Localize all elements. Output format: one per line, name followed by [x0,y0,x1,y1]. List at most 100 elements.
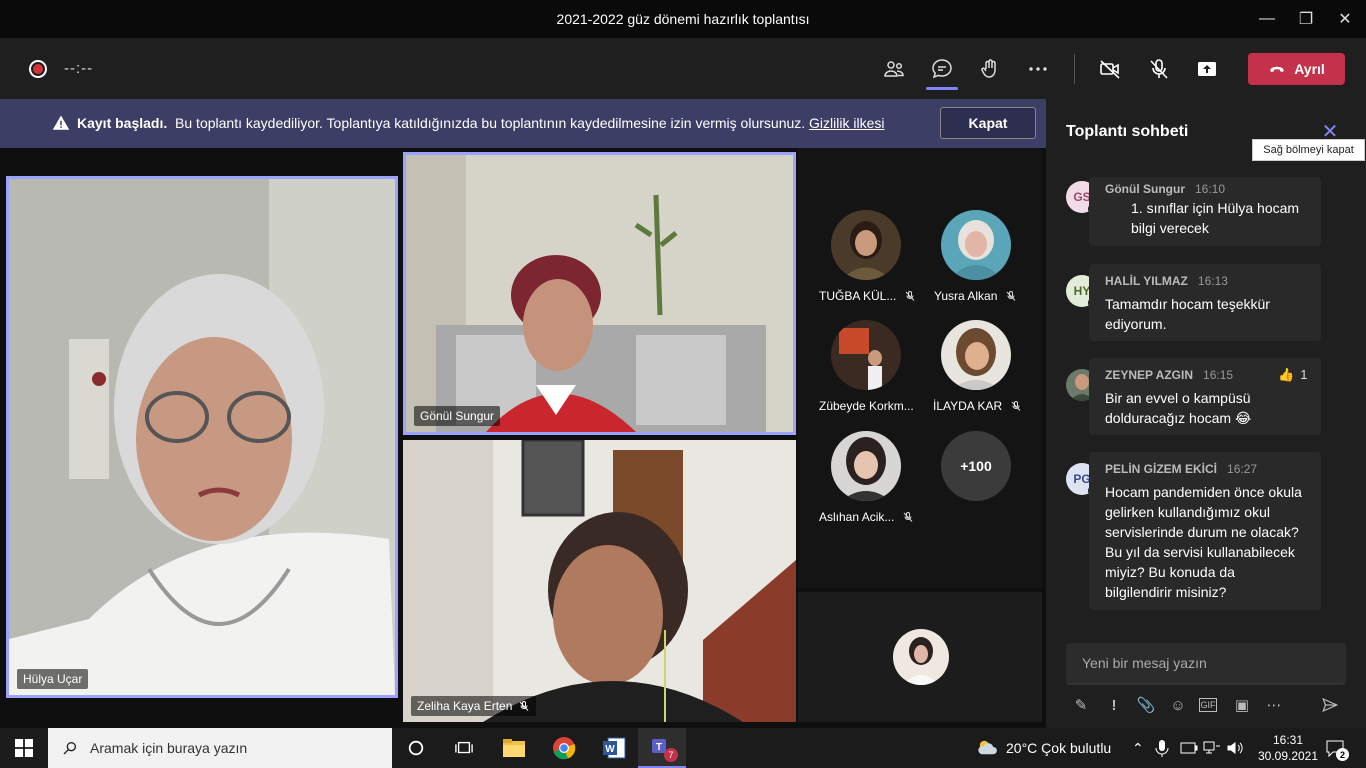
participant-name: Yusra Alkan [934,289,998,303]
meeting-chat-pane: Toplantı sohbeti ✕ GS Gönül Sungur 16:10 … [1046,99,1366,728]
start-button[interactable] [0,728,48,768]
dismiss-banner-button[interactable]: Kapat [940,107,1036,139]
avatar [831,210,901,280]
hangup-icon [1270,66,1284,72]
message-input[interactable] [1066,643,1346,683]
message-time: 16:15 [1203,368,1234,382]
people-icon [884,61,904,77]
raise-hand-button[interactable] [972,52,1008,86]
teams-icon[interactable]: T 7 [638,728,686,768]
warning-icon [52,115,70,130]
window-title: 2021-2022 güz dönemi hazırlık toplantısı [556,11,810,27]
clock[interactable]: 16:31 30.09.2021 [1256,732,1320,764]
notification-count: 2 [1336,748,1349,761]
avatar [941,320,1011,390]
video-tile-main[interactable]: Hülya Uçar [6,176,398,698]
sticker-icon[interactable]: ▣ [1231,694,1253,716]
teams-badge: 7 [664,748,678,762]
message-text: Hocam pandemiden önce okula gelirken kul… [1105,484,1302,600]
share-screen-button[interactable] [1189,52,1225,86]
participants-button[interactable] [876,52,912,86]
participant-video [403,440,796,722]
mic-toggle-button[interactable] [1141,52,1177,86]
participant-video [406,155,793,432]
participant-avatar-aslihan[interactable] [831,431,901,501]
participant-name-tag: Zeliha Kaya Erten [411,696,537,716]
video-tile-speaker[interactable]: Gönül Sungur [403,152,796,435]
participant-avatar-zubeyde[interactable] [831,320,901,390]
participant-name-tag: Hülya Uçar [17,669,89,689]
file-explorer-icon[interactable] [490,728,538,768]
attach-icon[interactable]: 📎 [1135,694,1157,716]
clock-time: 16:31 [1272,733,1304,747]
volume-icon[interactable] [1226,740,1244,756]
weather-text[interactable]: 20°C Çok bulutlu [1006,740,1111,756]
chat-active-indicator [926,87,958,90]
participant-label: Zübeyde Korkm... [819,399,914,413]
avatar [831,431,901,501]
gif-icon[interactable]: GIF [1199,698,1217,712]
privacy-link[interactable]: Gizlilik ilkesi [809,115,884,131]
message-time: 16:10 [1195,182,1226,196]
taskbar-search[interactable]: Aramak için buraya yazın [48,728,392,768]
self-avatar[interactable] [893,629,949,685]
participant-name: İLAYDA KAR [933,399,1003,413]
svg-text:W: W [605,744,615,755]
participant-avatar-ilayda[interactable] [941,320,1011,390]
message-text: Bir an evvel o kampüsü dolduracağız hoca… [1105,390,1252,426]
mic-off-icon [904,512,913,522]
network-icon[interactable] [1203,740,1221,756]
share-icon [1198,62,1216,76]
message-time: 16:13 [1197,274,1228,288]
chat-message: PELİN GİZEM EKİCİ 16:27 Hocam pandemiden … [1089,452,1321,610]
participant-name: Hülya Uçar [23,672,83,686]
send-icon[interactable] [1319,694,1341,716]
chat-button[interactable] [924,52,960,86]
battery-icon[interactable] [1180,740,1198,756]
banner-message: Bu toplantı kaydediliyor. Toplantıya kat… [175,115,806,131]
video-tile-secondary[interactable]: Zeliha Kaya Erten [403,440,796,722]
message-author: PELİN GİZEM EKİCİ [1105,462,1218,476]
leave-label: Ayrıl [1294,61,1325,77]
message-reaction[interactable]: 👍 1 [1278,367,1307,383]
camera-off-icon [1100,60,1120,79]
message-text: Tamamdır hocam teşekkür ediyorum. [1105,296,1270,332]
chat-message: HALİL YILMAZ 16:13 Tamamdır hocam teşekkü… [1089,264,1321,341]
microphone-tray-icon[interactable] [1155,739,1169,757]
recording-icon [29,60,47,78]
task-view-icon[interactable] [440,728,488,768]
leave-button[interactable]: Ayrıl [1248,53,1345,85]
emoji-icon[interactable]: ☺ [1167,694,1189,716]
video-stage: Hülya Uçar Gönül Sungur Zeliha Kaya Erte… [0,148,1046,728]
close-pane-icon[interactable]: ✕ [1320,121,1340,143]
camera-toggle-button[interactable] [1092,52,1128,86]
mic-off-icon [1150,59,1168,79]
mic-off-icon [905,291,915,301]
chat-title: Toplantı sohbeti [1066,123,1189,140]
message-time: 16:27 [1227,462,1258,476]
banner-text: Kayıt başladı. Bu toplantı kaydediliyor.… [77,115,885,131]
participant-avatar-yusra[interactable] [941,210,1011,280]
avatar [831,320,901,390]
important-icon[interactable]: ! [1103,694,1125,716]
message-author: Gönül Sungur [1105,182,1185,196]
participant-label: TUĞBA KÜL... [819,289,916,303]
word-icon[interactable]: W [590,728,638,768]
ellipsis-icon [1029,67,1047,71]
weather-cloud-icon [978,740,997,755]
chat-message: Gönül Sungur 16:10 1. sınıflar için Hülya… [1089,177,1321,246]
mic-off-icon [1007,291,1016,301]
chrome-icon[interactable] [540,728,588,768]
svg-text:T: T [656,742,662,753]
format-icon[interactable]: ✎ [1070,694,1092,716]
clock-date: 30.09.2021 [1257,749,1319,763]
reaction-count: 1 [1300,367,1308,382]
more-options-icon[interactable]: ⋯ [1263,694,1285,716]
cortana-icon[interactable] [392,728,440,768]
participant-avatar-tugba[interactable] [831,210,901,280]
close-window-button[interactable]: ✕ [1322,0,1366,38]
more-participants-button[interactable]: +100 [941,431,1011,501]
avatar [941,210,1011,280]
more-actions-button[interactable] [1020,52,1056,86]
tray-expand-icon[interactable]: ⌃ [1132,740,1144,757]
